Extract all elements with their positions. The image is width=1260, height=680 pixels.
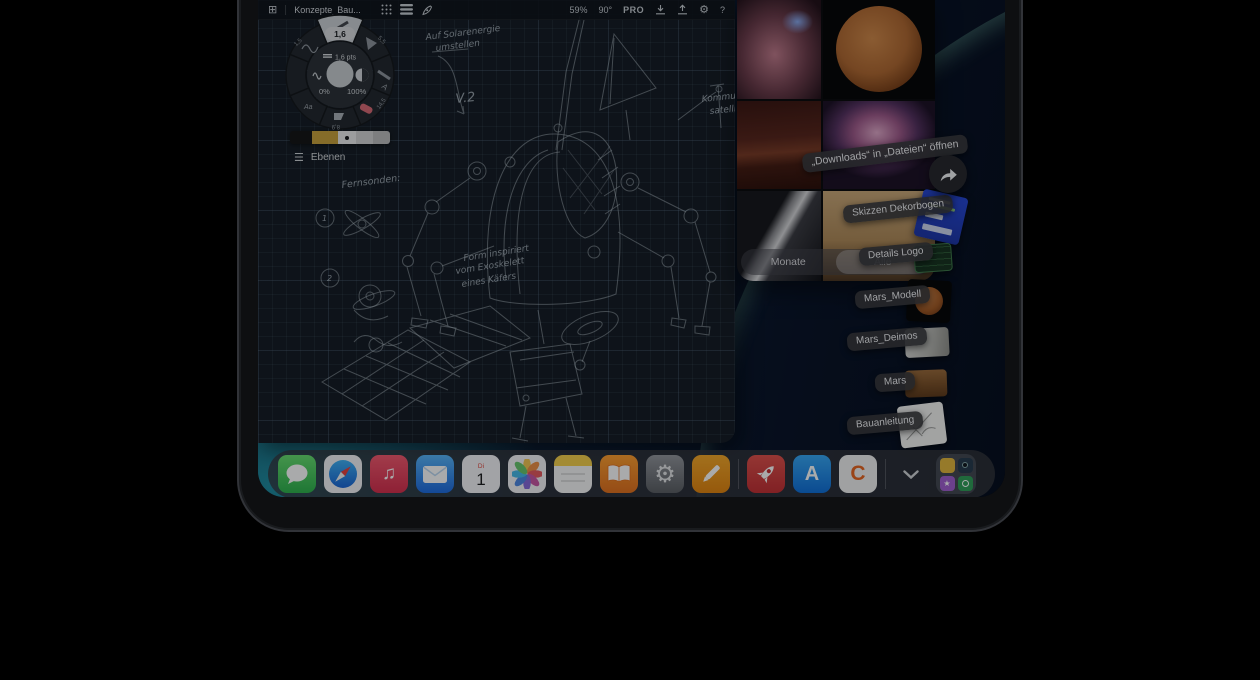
app-library-mini-camera	[958, 458, 973, 473]
chevron-down-icon	[903, 470, 919, 479]
dock-icon-app-store[interactable]: A	[793, 455, 831, 493]
dock-icon-books[interactable]	[600, 455, 638, 493]
mars-globe	[836, 6, 922, 92]
zoom-level[interactable]: 59%	[569, 5, 587, 15]
style-tool-icon[interactable]: Aa	[303, 104, 313, 111]
dock-icon-safari[interactable]	[324, 455, 362, 493]
dock-icon-rocket-app[interactable]	[747, 455, 785, 493]
music-note-icon: ♫	[382, 463, 396, 485]
dock-icon-mail[interactable]	[416, 455, 454, 493]
pro-badge[interactable]: PRO	[623, 5, 644, 15]
ipad-device-frame: Auf Solarenergie umstellen V.2 Kommunika…	[237, 0, 1023, 532]
forward-arrow-icon	[937, 165, 959, 183]
app-library-mini-yellow	[940, 458, 955, 473]
settings-gear-icon[interactable]: ⚙	[699, 3, 709, 16]
dock-icon-app-library[interactable]: ★	[936, 454, 976, 494]
dock-icon-sketch-app[interactable]	[692, 455, 730, 493]
dock-icon-photos[interactable]	[508, 455, 546, 493]
tool-size-bottom: 8,9	[331, 123, 340, 129]
share-forward-button[interactable]	[929, 155, 967, 193]
dock-icon-settings[interactable]: ⚙	[646, 455, 684, 493]
craft-c-glyph: C	[850, 462, 865, 486]
concepts-app-window[interactable]: Auf Solarenergie umstellen V.2 Kommunika…	[258, 0, 735, 443]
photo-mars-globe[interactable]	[823, 0, 935, 99]
dock-divider	[738, 459, 739, 489]
layers-menu-icon: ☰	[294, 151, 304, 164]
screen-content: Auf Solarenergie umstellen V.2 Kommunika…	[258, 0, 1005, 497]
dock-icon-craft[interactable]: C	[839, 455, 877, 493]
annotation-version: V.2	[455, 90, 476, 107]
dock-icon-notes[interactable]	[554, 455, 592, 493]
swatch-gold[interactable]	[312, 131, 338, 144]
annotation-comm-line2: satellit	[709, 104, 735, 117]
dock-icon-calendar[interactable]: Di 1	[462, 455, 500, 493]
speech-bubble-icon	[285, 463, 309, 485]
calendar-day: 1	[476, 470, 485, 489]
dock-collapse-button[interactable]	[894, 470, 928, 479]
opacity-right-value: 100%	[347, 87, 367, 96]
photo-mars-landscape[interactable]	[737, 101, 821, 189]
layers-button[interactable]: ☰ Ebenen	[294, 151, 345, 164]
ipad-screen: Auf Solarenergie umstellen V.2 Kommunika…	[258, 0, 1005, 497]
canvas-rotation[interactable]: 90°	[598, 5, 612, 15]
layers-label: Ebenen	[311, 152, 345, 163]
sticker-text-line	[922, 223, 953, 236]
swatch-white-selected[interactable]	[338, 131, 356, 144]
swatch-light-gray[interactable]	[356, 131, 373, 144]
calendar-weekday: Di	[478, 463, 484, 470]
compass-icon	[327, 458, 359, 490]
color-swatch-bar[interactable]	[290, 131, 390, 144]
annotation-probes-heading: Fernsonden:	[341, 173, 401, 191]
app-store-a-glyph: A	[805, 463, 819, 486]
swatch-gray[interactable]	[373, 131, 390, 144]
open-book-icon	[607, 464, 631, 484]
swatch-black[interactable]	[290, 131, 312, 144]
dock-icon-messages[interactable]	[278, 455, 316, 493]
probe-number-2: 2	[327, 274, 332, 283]
gear-icon: ⚙	[654, 460, 676, 489]
photos-flower-icon	[512, 459, 542, 489]
dock-icon-music[interactable]: ♫	[370, 455, 408, 493]
pen-nib-icon[interactable]	[421, 4, 433, 16]
brush-preview-circle[interactable]	[327, 61, 354, 88]
notes-lines-icon	[554, 455, 592, 493]
opacity-left-value: 0%	[319, 87, 330, 96]
pencil-diagonal-icon	[697, 460, 725, 488]
dock: ♫ Di 1	[268, 450, 995, 497]
stroke-size-value: 1,6 pts	[335, 55, 357, 62]
app-menu-icon[interactable]: ⊞	[268, 3, 277, 16]
photo-nebula-flame[interactable]	[737, 0, 821, 99]
tab-monate[interactable]: Monate	[741, 256, 836, 268]
import-icon[interactable]	[655, 4, 666, 15]
dock-divider	[885, 459, 886, 489]
app-library-mini-star: ★	[940, 476, 955, 491]
active-size-bubble: 1,6	[325, 27, 355, 40]
export-icon[interactable]	[677, 4, 688, 15]
rocket-icon	[753, 461, 779, 487]
help-icon[interactable]: ?	[720, 5, 725, 15]
app-library-mini-green	[958, 476, 973, 491]
probe-number-1: 1	[322, 214, 327, 223]
drag-label-mars[interactable]: Mars	[874, 372, 915, 393]
envelope-icon	[423, 466, 447, 483]
